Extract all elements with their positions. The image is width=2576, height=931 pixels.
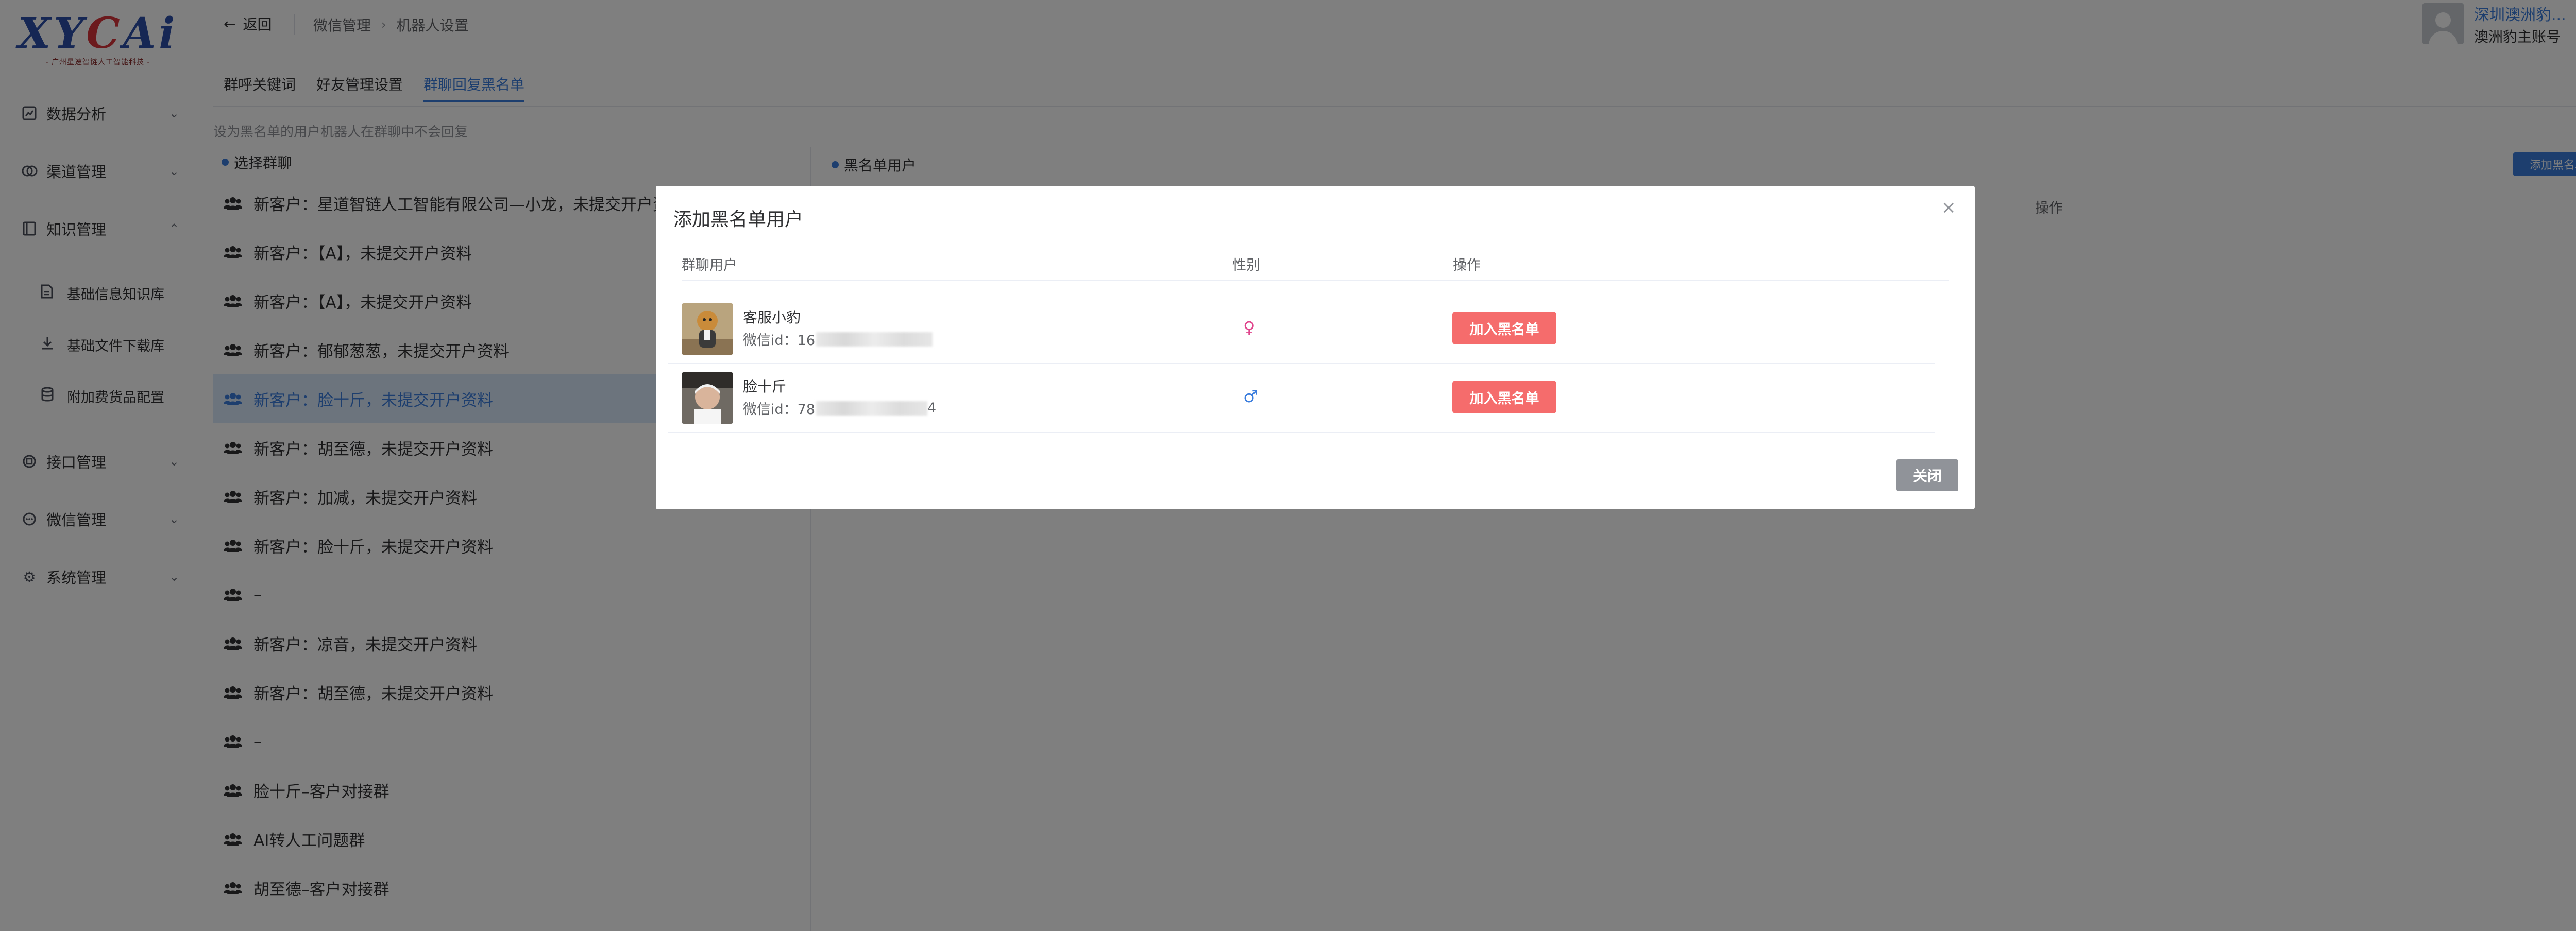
wechat-id-label: 微信id：78 bbox=[743, 402, 815, 418]
add-blacklist-dialog: 添加黑名单用户 × 群聊用户 性别 操作 客服小豹 微信id：16 ♀ 加入黑名… bbox=[656, 186, 1975, 509]
female-icon: ♀ bbox=[1243, 318, 1256, 337]
add-to-blacklist-button[interactable]: 加入黑名单 bbox=[1452, 381, 1556, 413]
redacted-block bbox=[816, 401, 927, 416]
dialog-title: 添加黑名单用户 bbox=[673, 209, 804, 230]
wechat-id: 微信id：78 4 bbox=[743, 398, 936, 418]
table-row: 脸十斤 微信id：78 4 ♂ 加入黑名单 bbox=[668, 364, 1935, 433]
redacted-block bbox=[816, 332, 933, 347]
avatar bbox=[682, 303, 733, 355]
male-icon: ♂ bbox=[1243, 387, 1258, 406]
column-header-gender: 性别 bbox=[1232, 257, 1260, 273]
wechat-id-label: 微信id：16 bbox=[743, 333, 815, 349]
column-header-user: 群聊用户 bbox=[682, 257, 737, 273]
user-name: 客服小豹 bbox=[743, 309, 801, 326]
close-icon[interactable]: × bbox=[1941, 197, 1956, 218]
table-header: 群聊用户 性别 操作 bbox=[682, 250, 1949, 281]
wechat-id-suffix: 4 bbox=[927, 400, 937, 416]
close-button[interactable]: 关闭 bbox=[1896, 459, 1958, 491]
table-row: 客服小豹 微信id：16 ♀ 加入黑名单 bbox=[668, 295, 1935, 364]
avatar bbox=[682, 372, 733, 424]
add-to-blacklist-button[interactable]: 加入黑名单 bbox=[1452, 312, 1556, 344]
column-header-action: 操作 bbox=[1453, 257, 1481, 273]
wechat-id: 微信id：16 bbox=[743, 329, 933, 349]
user-name: 脸十斤 bbox=[743, 378, 787, 395]
